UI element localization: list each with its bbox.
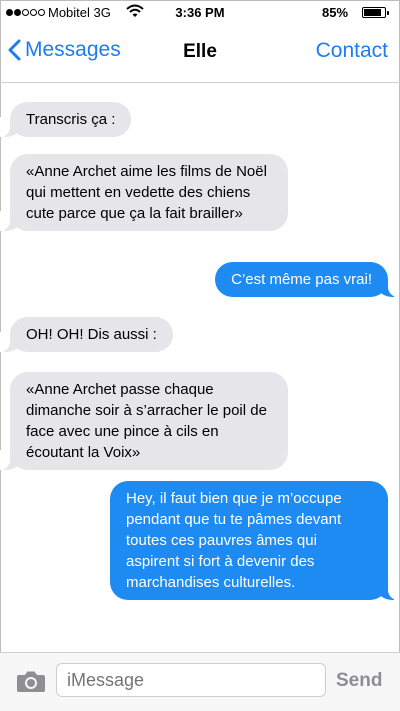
message-text: «Anne Archet passe chaque dimanche soir … [26,381,267,461]
message-bubble-outgoing[interactable]: C’est même pas vrai! [215,262,398,297]
message-bubble-incoming[interactable]: OH! OH! Dis aussi : [0,317,173,352]
message-text: «Anne Archet aime les films de Noël qui … [26,163,267,222]
battery-icon [362,7,389,18]
send-button[interactable]: Send [336,670,382,692]
message-text: Hey, il faut bien que je m’occupe pendan… [126,490,342,591]
contact-button[interactable]: Contact [316,39,388,63]
message-text: OH! OH! Dis aussi : [26,326,157,343]
message-bubble-incoming[interactable]: Transcris ça : [0,102,132,137]
battery-percent: 85% [322,5,349,20]
message-bubble-incoming[interactable]: «Anne Archet aime les films de Noël qui … [0,154,288,231]
status-bar: Mobitel 3G 3:36 PM 85% [0,0,400,26]
message-text: Transcris ça : [26,111,116,128]
message-bubble-incoming[interactable]: «Anne Archet passe chaque dimanche soir … [0,372,288,470]
camera-icon[interactable] [16,669,46,693]
message-input-bar: Send [0,652,400,711]
message-bubble-outgoing[interactable]: Hey, il faut bien que je m’occupe pendan… [110,481,398,600]
navigation-bar: Messages Elle Contact [0,26,400,83]
imessage-input[interactable] [56,663,326,697]
message-text: C’est même pas vrai! [231,271,372,288]
